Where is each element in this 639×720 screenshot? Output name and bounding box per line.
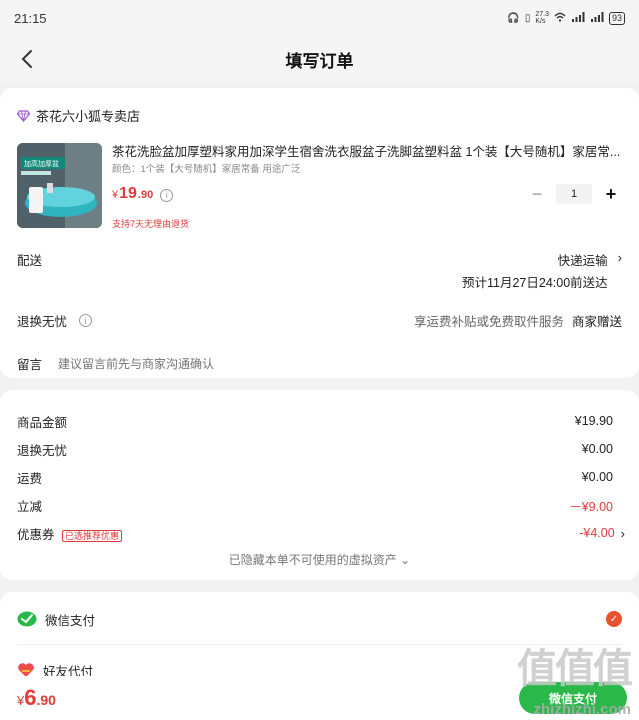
product-spec[interactable]: 颜色：1个装【大号随机】家居常备 用途广泛 xyxy=(112,161,622,175)
order-card: 茶花六小狐专卖店 加高加厚盆 茶花洗脸盆加厚塑料家用加深学生宿舍洗衣服盆子洗脚盆… xyxy=(0,88,639,378)
quantity-stepper: − 1 + xyxy=(526,183,622,205)
price-integer: 19 xyxy=(119,185,137,202)
hidden-assets-toggle[interactable]: 已隐藏本单不可使用的虚拟资产 ⌄ xyxy=(0,551,639,568)
status-icons: 🎧 ▯ 27.3 K/s 93 xyxy=(507,11,625,25)
message-input[interactable] xyxy=(58,356,459,371)
network-speed: 27.3 K/s xyxy=(535,11,549,25)
headphones-icon: 🎧 xyxy=(507,12,520,24)
summary-row-discount: 立减 －¥9.00 xyxy=(0,491,639,519)
wifi-icon xyxy=(554,12,566,25)
exchange-desc: 享运费补贴或免费取件服务 xyxy=(413,315,564,329)
wechat-pay-icon xyxy=(17,611,37,627)
quantity-value[interactable]: 1 xyxy=(556,184,592,204)
summary-row-goods: 商品金额 ¥19.90 xyxy=(0,407,639,435)
battery-icon: 93 xyxy=(608,11,625,25)
chevron-right-icon[interactable]: › xyxy=(621,526,625,541)
bottom-bar: ¥ 6 .90 微信支付 xyxy=(0,676,639,720)
summary-value: ¥0.00 xyxy=(581,470,613,484)
summary-label: 运费 xyxy=(17,471,43,486)
delivery-row[interactable]: 配送 快递运输 预计11月27日24:00前送达 › xyxy=(0,250,639,291)
product-title[interactable]: 茶花洗脸盆加厚塑料家用加深学生宿舍洗衣服盆子洗脚盆塑料盆 1个装【大号随机】家居… xyxy=(112,144,622,160)
refund-tag: 支持7天无理由退货 xyxy=(112,219,190,229)
delivery-label: 配送 xyxy=(17,254,43,268)
summary-row-shipping: 运费 ¥0.00 xyxy=(0,463,639,491)
product-item: 加高加厚盆 茶花洗脸盆加厚塑料家用加深学生宿舍洗衣服盆子洗脚盆塑料盆 1个装【大… xyxy=(0,125,639,230)
minus-button[interactable]: − xyxy=(526,183,548,205)
total-price: ¥ 6 .90 xyxy=(17,685,56,711)
summary-value: －¥9.00 xyxy=(569,499,613,514)
summary-label: 退换无忧 xyxy=(17,443,68,458)
product-info: 茶花洗脸盆加厚塑料家用加深学生宿舍洗衣服盆子洗脚盆塑料盆 1个装【大号随机】家居… xyxy=(112,143,622,230)
status-bar: 21:15 🎧 ▯ 27.3 K/s 93 xyxy=(0,0,639,36)
pay-option-wechat[interactable]: 微信支付 ✓ xyxy=(0,594,639,644)
summary-label: 商品金额 xyxy=(17,415,68,430)
price-info-icon[interactable]: i xyxy=(160,188,174,202)
page-title: 填写订单 xyxy=(285,51,354,71)
shop-row[interactable]: 茶花六小狐专卖店 xyxy=(0,88,639,125)
thumb-label: 加高加厚盆 xyxy=(24,159,59,168)
summary-value: ¥19.90 xyxy=(574,414,613,428)
delivery-info: 快递运输 预计11月27日24:00前送达 › xyxy=(462,250,622,291)
price-currency: ¥ xyxy=(112,189,119,201)
exchange-row: 退换无忧 i 享运费补贴或免费取件服务 商家赠送 xyxy=(0,311,639,330)
delivery-eta: 预计11月27日24:00前送达 xyxy=(461,276,608,290)
status-time: 21:15 xyxy=(14,10,47,26)
selected-check-icon[interactable]: ✓ xyxy=(606,611,622,627)
summary-label: 立减 xyxy=(17,499,43,514)
delivery-method: 快递运输 xyxy=(557,254,608,268)
summary-row-exchange: 退换无忧 ¥0.00 xyxy=(0,435,639,463)
coupon-row[interactable]: 优惠券 已选推荐优惠 -¥4.00 › xyxy=(0,519,639,547)
price-decimal: .90 xyxy=(137,189,154,201)
exchange-info-icon[interactable]: i xyxy=(79,314,93,327)
product-price: ¥ 19 .90 i xyxy=(112,185,174,203)
diamond-icon xyxy=(17,109,30,122)
product-thumbnail[interactable]: 加高加厚盆 xyxy=(17,143,102,228)
coupon-value: -¥4.00 xyxy=(579,526,615,540)
pay-option-label: 微信支付 xyxy=(45,613,96,628)
back-button[interactable] xyxy=(14,46,40,72)
signal-icon xyxy=(571,11,585,25)
total-integer: 6 xyxy=(24,685,37,710)
exchange-label: 退换无忧 xyxy=(17,315,68,329)
price-row: ¥ 19 .90 i − 1 + xyxy=(112,183,622,205)
coupon-tag: 已选推荐优惠 xyxy=(62,529,123,542)
summary-card: 商品金额 ¥19.90 退换无忧 ¥0.00 运费 ¥0.00 立减 －¥9.0… xyxy=(0,390,639,580)
chevron-left-icon xyxy=(21,50,32,68)
plus-button[interactable]: + xyxy=(600,183,622,205)
total-decimal: .90 xyxy=(36,692,56,708)
shop-name: 茶花六小狐专卖店 xyxy=(36,109,141,124)
exchange-gift: 商家赠送 xyxy=(571,315,622,329)
nav-bar: 填写订单 xyxy=(0,36,639,82)
chevron-right-icon[interactable]: › xyxy=(618,250,622,291)
signal-icon-2 xyxy=(590,11,604,25)
coupon-label: 优惠券 xyxy=(17,527,55,542)
submit-pay-button[interactable]: 微信支付 xyxy=(519,682,627,714)
vibrate-icon: ▯ xyxy=(524,12,531,24)
summary-value: ¥0.00 xyxy=(581,442,613,456)
message-row: 留言 xyxy=(0,354,639,373)
message-label: 留言 xyxy=(17,358,43,372)
total-currency: ¥ xyxy=(17,693,25,708)
